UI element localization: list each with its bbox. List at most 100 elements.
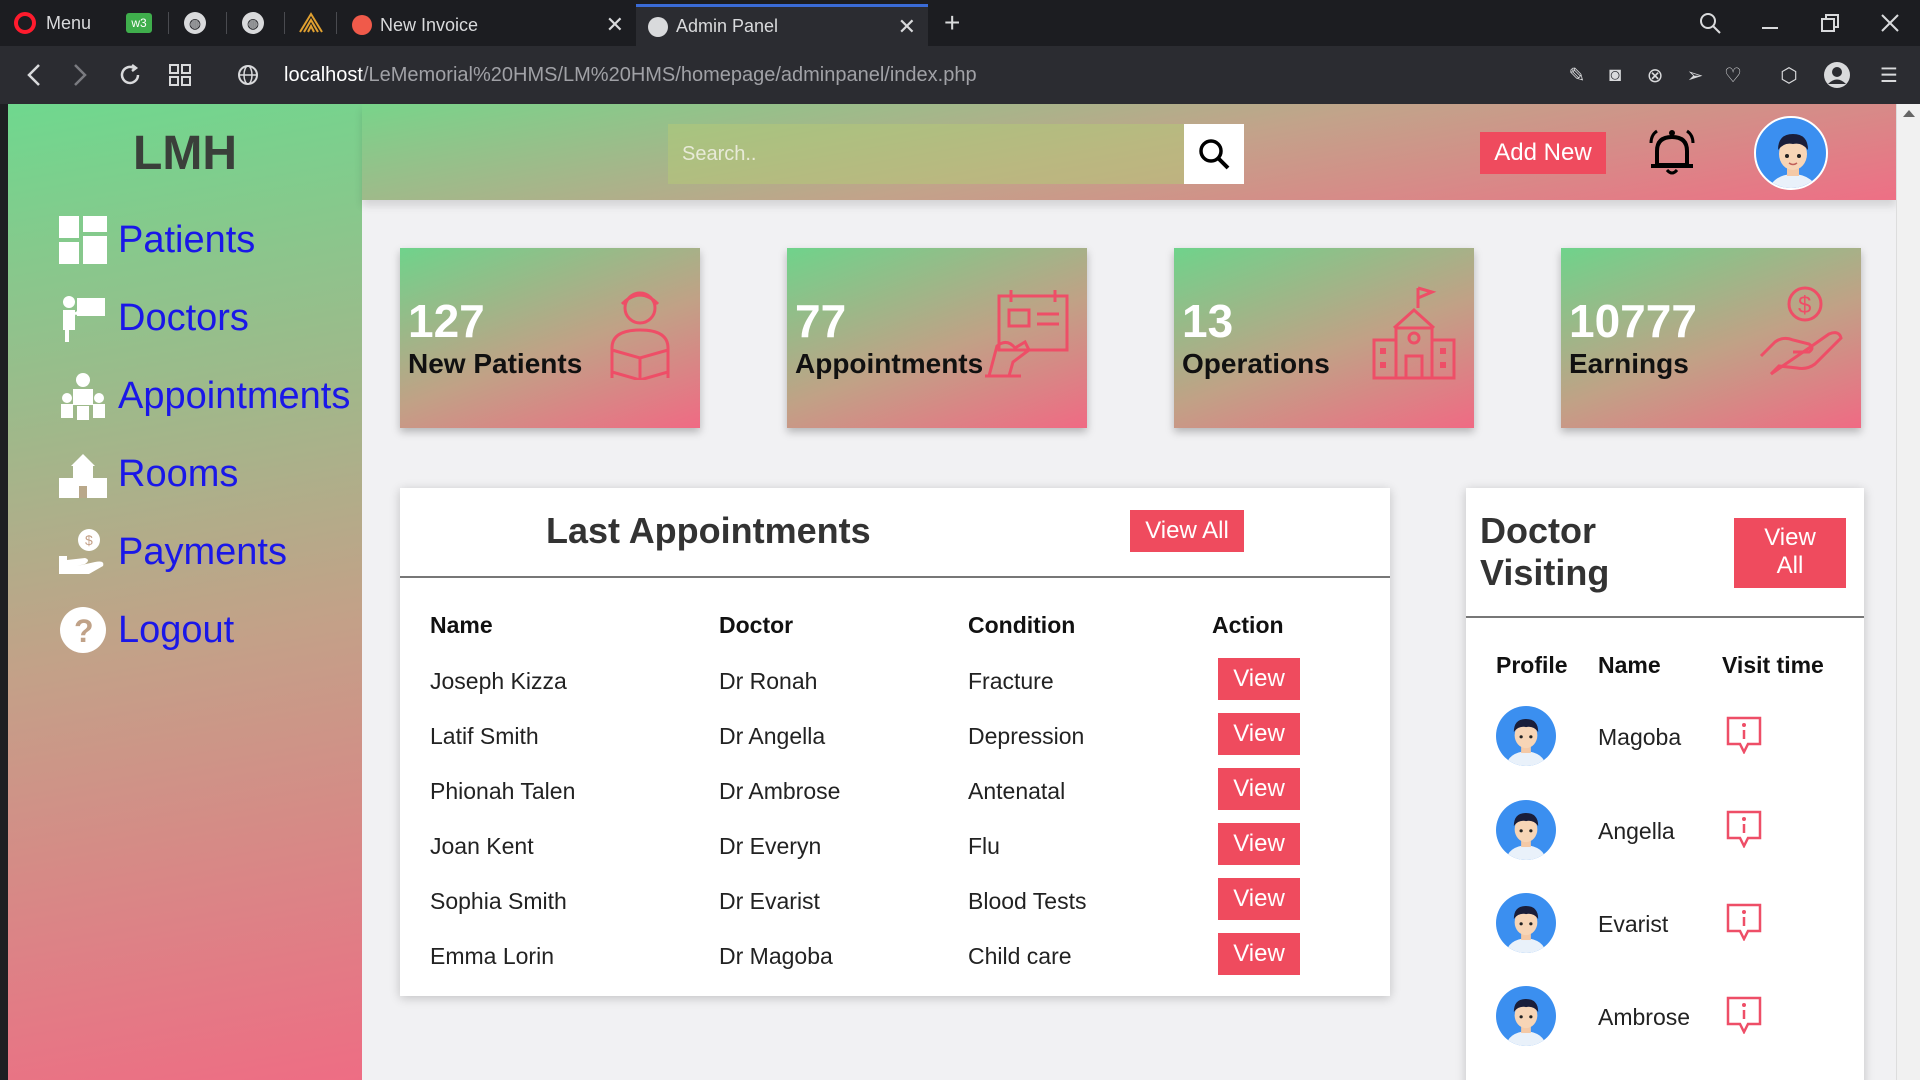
stat-card-new-patients[interactable]: 127 New Patients xyxy=(400,248,700,428)
info-message-icon[interactable] xyxy=(1726,716,1762,754)
info-message-icon[interactable] xyxy=(1726,810,1762,848)
close-tab-icon[interactable]: ✕ xyxy=(606,12,624,38)
minimize-window-button[interactable] xyxy=(1740,0,1800,46)
view-button[interactable]: View xyxy=(1218,768,1300,810)
easy-setup-icon[interactable]: ☰ xyxy=(1870,46,1908,104)
doctor-avatar xyxy=(1496,800,1556,860)
stat-card-appointments[interactable]: 77 Appointments xyxy=(787,248,1087,428)
close-tab-icon[interactable]: ✕ xyxy=(898,14,916,40)
patient-icon xyxy=(610,291,670,380)
view-button[interactable]: View xyxy=(1218,658,1300,700)
doctor-name: Dr Ambrose xyxy=(719,778,841,804)
doctor-avatar xyxy=(1496,893,1556,953)
extensions-cube-icon[interactable]: ⬡ xyxy=(1770,46,1808,104)
question-circle-icon: ? xyxy=(58,605,108,655)
pinned-tab-globe-1[interactable]: ◍ xyxy=(184,0,206,46)
tab-admin-panel[interactable]: Admin Panel ✕ xyxy=(636,4,928,46)
tab-grid-icon[interactable] xyxy=(158,46,202,104)
view-button[interactable]: View xyxy=(1218,823,1300,865)
page-scrollbar[interactable] xyxy=(1896,104,1920,1080)
forward-button[interactable] xyxy=(58,46,102,104)
view-button[interactable]: View xyxy=(1218,713,1300,755)
view-button[interactable]: View xyxy=(1218,878,1300,920)
panel-divider xyxy=(1466,616,1864,618)
notification-bell-icon[interactable] xyxy=(1644,124,1700,180)
column-header-condition: Condition xyxy=(968,612,1076,638)
heart-icon[interactable]: ♡ xyxy=(1714,46,1752,104)
doctor-avatar xyxy=(1496,986,1556,1046)
snapshot-camera-icon[interactable]: ◙ xyxy=(1596,46,1634,104)
url-field[interactable]: localhost/LeMemorial%20HMS/LM%20HMS/home… xyxy=(284,46,977,104)
sidebar-item-logout[interactable]: ? Logout xyxy=(58,600,234,660)
stat-card-earnings[interactable]: 10777 Earnings $ xyxy=(1561,248,1861,428)
reload-button[interactable] xyxy=(108,46,152,104)
avatar-face-icon xyxy=(1769,134,1817,188)
browser-menu-button[interactable]: Menu xyxy=(14,0,91,46)
restore-window-button[interactable] xyxy=(1800,0,1860,46)
hospital-building-icon xyxy=(58,449,108,499)
stat-label: Operations xyxy=(1182,348,1330,379)
appointment-board-icon xyxy=(985,290,1069,378)
avatar-face-icon xyxy=(1506,905,1546,953)
sidebar-item-label: Rooms xyxy=(118,452,239,495)
sidebar-item-patients[interactable]: Patients xyxy=(58,210,255,270)
url-path: /LeMemorial%20HMS/LM%20HMS/homepage/admi… xyxy=(362,64,977,86)
invoice-favicon-icon xyxy=(352,15,372,35)
sidebar-item-doctors[interactable]: Doctors xyxy=(58,288,249,348)
doctor-row: Ambrose xyxy=(1466,986,1864,1066)
user-avatar[interactable] xyxy=(1754,116,1828,190)
tab-divider xyxy=(336,12,337,34)
sidebar: LMH Patients Doctors Appointments Rooms xyxy=(8,104,362,1080)
add-new-button[interactable]: Add New xyxy=(1480,132,1606,174)
profile-icon[interactable] xyxy=(1818,46,1856,104)
condition: Fracture xyxy=(968,668,1054,694)
back-button[interactable] xyxy=(12,46,56,104)
stat-card-operations[interactable]: 13 Operations xyxy=(1174,248,1474,428)
last-appointments-panel: Last Appointments View All Name Doctor C… xyxy=(400,488,1390,996)
info-message-icon[interactable] xyxy=(1726,996,1762,1034)
scroll-up-arrow-icon[interactable] xyxy=(1903,110,1915,117)
sidebar-item-label: Doctors xyxy=(118,296,249,339)
pinned-tab-globe-2[interactable]: ◍ xyxy=(242,0,264,46)
sidebar-item-label: Logout xyxy=(118,608,235,651)
close-window-button[interactable] xyxy=(1860,0,1920,46)
view-button[interactable]: View xyxy=(1218,933,1300,975)
browser-address-bar: localhost/LeMemorial%20HMS/LM%20HMS/home… xyxy=(0,46,1920,104)
tab-divider xyxy=(284,12,285,34)
pinned-tab-logo[interactable] xyxy=(298,0,324,46)
url-host: localhost xyxy=(284,64,363,86)
appointments-people-icon xyxy=(58,371,108,421)
search-icon xyxy=(1199,139,1230,170)
column-header-profile: Profile xyxy=(1496,652,1568,678)
tab-new-invoice[interactable]: New Invoice ✕ xyxy=(340,4,636,46)
stat-value: 77 xyxy=(795,295,847,347)
search-button[interactable] xyxy=(1184,124,1244,184)
panel-title-line: Doctor xyxy=(1480,510,1596,551)
column-header-action: Action xyxy=(1212,612,1284,638)
doctor-row: Evarist xyxy=(1466,893,1864,973)
search-input[interactable] xyxy=(668,124,1184,184)
tab-title: Admin Panel xyxy=(676,16,779,36)
table-row: Latif Smith Dr Angella Depression View xyxy=(400,713,1390,768)
sidebar-item-rooms[interactable]: Rooms xyxy=(58,444,238,504)
pinned-tab-speed[interactable]: w3 xyxy=(126,0,152,46)
plus-icon: + xyxy=(944,7,961,38)
browser-menu-label: Menu xyxy=(46,12,92,33)
stat-value: 13 xyxy=(1182,295,1234,347)
edit-page-icon[interactable]: ✎ xyxy=(1558,46,1596,104)
view-all-doctors-button[interactable]: View All xyxy=(1734,518,1846,588)
panel-title: Last Appointments xyxy=(546,510,871,551)
tab-search-icon[interactable] xyxy=(1680,0,1740,46)
sidebar-item-payments[interactable]: $ Payments xyxy=(58,522,287,582)
page-viewport: LMH Patients Doctors Appointments Rooms xyxy=(8,104,1896,1080)
sidebar-item-appointments[interactable]: Appointments xyxy=(58,366,350,426)
stat-label: Appointments xyxy=(795,348,984,379)
adblock-shield-icon[interactable]: ⊗ xyxy=(1636,46,1674,104)
condition: Antenatal xyxy=(968,778,1066,804)
info-message-icon[interactable] xyxy=(1726,903,1762,941)
site-info-globe-icon[interactable] xyxy=(226,46,270,104)
send-icon[interactable]: ➢ xyxy=(1676,46,1714,104)
new-tab-button[interactable]: + xyxy=(944,0,960,46)
doctor-row: Angella xyxy=(1466,800,1864,880)
view-all-appointments-button[interactable]: View All xyxy=(1130,510,1244,552)
